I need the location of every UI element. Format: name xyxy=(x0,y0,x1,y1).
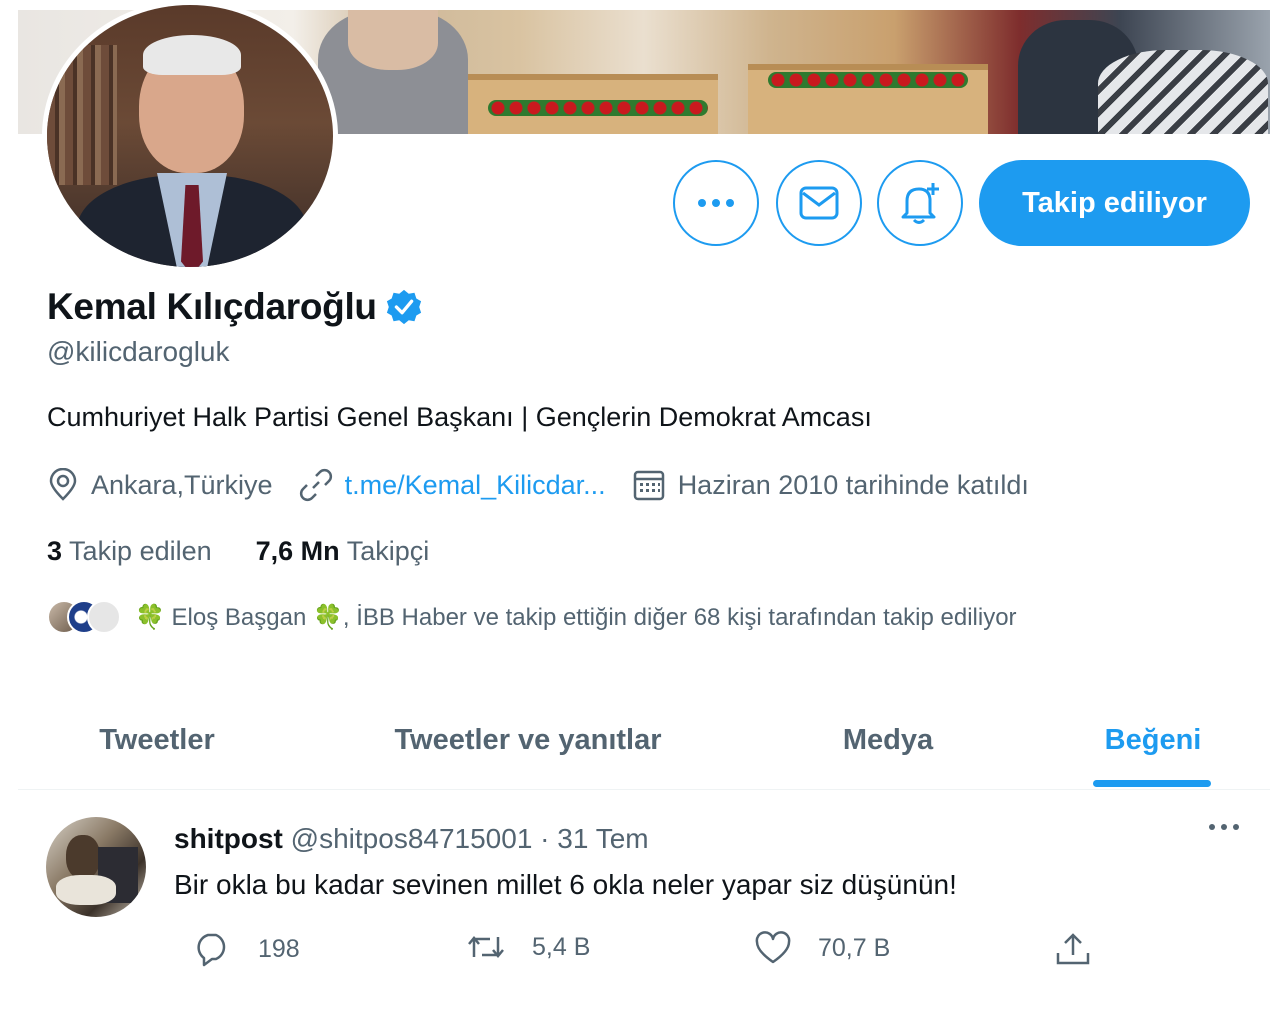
retweet-count: 5,4 B xyxy=(532,932,591,961)
tweet-text: Bir okla bu kadar sevinen millet 6 okla … xyxy=(174,869,957,900)
profile-tabs: Tweetler Tweetler ve yanıtlar Medya Beğe… xyxy=(18,690,1270,790)
notification-bell-icon xyxy=(901,183,939,224)
location-text: Ankara,Türkiye xyxy=(91,469,273,500)
retweet-button[interactable]: 5,4 B xyxy=(466,931,590,963)
profile-bio: Cumhuriyet Halk Partisi Genel Başkanı | … xyxy=(47,402,872,432)
followed-by-row[interactable]: 🍀 Eloş Başgan 🍀, İBB Haber ve takip etti… xyxy=(47,600,1017,634)
tweet-author-handle[interactable]: @shitpos84715001 xyxy=(291,823,533,854)
like-button[interactable]: 70,7 B xyxy=(754,931,890,965)
mail-icon xyxy=(799,186,839,220)
profile-handle: @kilicdarogluk xyxy=(47,336,230,367)
share-icon xyxy=(1056,933,1090,965)
tab-tweets[interactable]: Tweetler xyxy=(18,690,296,790)
profile-name: Kemal Kılıçdaroğlu xyxy=(47,286,377,327)
profile-joined: Haziran 2010 tarihinde katıldı xyxy=(632,468,1029,502)
following-count: 3 xyxy=(47,536,63,566)
tweet-author-name[interactable]: shitpost xyxy=(174,823,283,854)
tweet-date[interactable]: · 31 Tem xyxy=(540,823,648,854)
tweet-author-avatar[interactable] xyxy=(46,817,146,917)
following-stat[interactable]: 3 Takip edilen xyxy=(47,536,212,567)
more-icon xyxy=(1209,824,1239,830)
tweet-header: shitpost @shitpos84715001 · 31 Tem xyxy=(174,823,649,855)
like-count: 70,7 B xyxy=(818,933,891,962)
joined-text: Haziran 2010 tarihinde katıldı xyxy=(677,469,1029,500)
reply-button[interactable]: 198 xyxy=(194,931,300,967)
followers-stat[interactable]: 7,6 Mn Takipçi xyxy=(256,536,430,567)
link-icon xyxy=(299,468,332,502)
more-options-button[interactable] xyxy=(673,160,759,246)
profile-link[interactable]: t.me/Kemal_Kilicdar... xyxy=(299,468,606,502)
location-icon xyxy=(49,468,77,501)
following-button[interactable]: Takip ediliyor xyxy=(979,160,1250,246)
verified-badge-icon xyxy=(386,289,421,325)
profile-avatar[interactable] xyxy=(42,0,338,272)
followed-by-text: 🍀 Eloş Başgan 🍀, İBB Haber ve takip etti… xyxy=(135,603,1017,631)
avatar xyxy=(87,600,121,634)
tab-likes[interactable]: Beğeni xyxy=(1078,690,1228,790)
tweet[interactable]: shitpost @shitpos84715001 · 31 Tem Bir o… xyxy=(18,795,1270,1005)
tweet-more-button[interactable] xyxy=(1208,819,1240,837)
profile-location: Ankara,Türkiye xyxy=(47,468,273,502)
retweet-icon xyxy=(468,936,504,958)
tab-media[interactable]: Medya xyxy=(798,690,978,790)
active-tab-indicator xyxy=(1093,780,1211,787)
following-label: Takip edilen xyxy=(69,536,212,566)
link-text[interactable]: t.me/Kemal_Kilicdar... xyxy=(345,470,606,501)
reply-count: 198 xyxy=(258,934,300,963)
tab-tweets-and-replies[interactable]: Tweetler ve yanıtlar xyxy=(348,690,708,790)
followers-count: 7,6 Mn xyxy=(255,536,340,566)
tweet-actions: 198 5,4 B 70,7 B xyxy=(174,931,1094,975)
followed-by-avatars xyxy=(47,600,121,634)
calendar-icon xyxy=(633,470,664,501)
message-button[interactable] xyxy=(776,160,862,246)
reply-icon xyxy=(197,933,226,967)
more-icon xyxy=(698,199,734,207)
followers-label: Takipçi xyxy=(346,536,430,566)
like-icon xyxy=(755,931,791,964)
notifications-button[interactable] xyxy=(877,160,963,246)
share-button[interactable] xyxy=(1054,931,1118,967)
